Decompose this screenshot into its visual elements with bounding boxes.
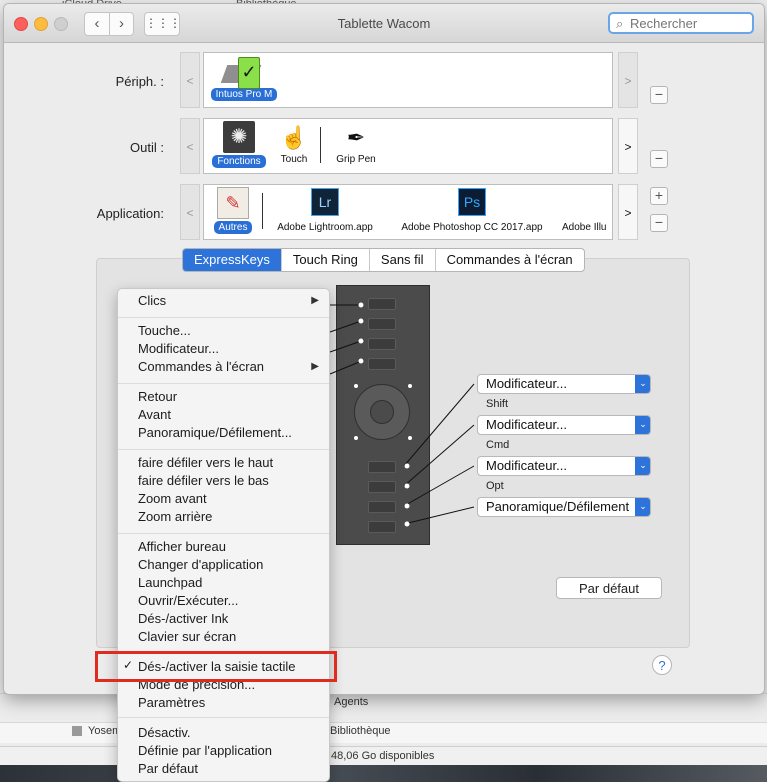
default-button[interactable]: Par défaut (556, 577, 662, 599)
modifier-label: Opt (486, 480, 504, 492)
help-button[interactable]: ? (652, 655, 672, 675)
finder-status-bar: 48,06 Go disponibles (0, 746, 767, 767)
disk-icon (72, 726, 82, 736)
menu-item-scroll-down[interactable]: faire défiler vers le bas (138, 473, 269, 488)
menu-item-default[interactable]: Par défaut (138, 761, 198, 776)
modifier-label: Cmd (486, 439, 510, 451)
select-value: Modificateur... (486, 417, 567, 432)
menu-item-zoom-out[interactable]: Zoom arrière (138, 509, 212, 524)
select-value: Panoramique/Défilement (486, 499, 630, 514)
expresskey-6-action-select[interactable]: Modificateur... ⌄ (477, 415, 651, 435)
select-value: Modificateur... (486, 376, 567, 391)
menu-item-toggle-ink[interactable]: Dés-/activer Ink (138, 611, 228, 626)
menu-separator (118, 449, 329, 450)
menu-item-keystroke[interactable]: Touche... (138, 323, 191, 338)
menu-item-switch-application[interactable]: Changer d'application (138, 557, 263, 572)
menu-item-scroll-up[interactable]: faire défiler vers le haut (138, 455, 273, 470)
menu-item-clicks[interactable]: Clics (138, 293, 166, 308)
finder-row: Agents (0, 693, 767, 714)
menu-item-onscreen-controls[interactable]: Commandes à l'écran (138, 359, 264, 374)
path-item-library[interactable]: Bibliothèque (330, 725, 391, 737)
desktop-wallpaper (0, 765, 767, 782)
expresskey-7-action-select[interactable]: Modificateur... ⌄ (477, 456, 651, 476)
menu-item-modifier[interactable]: Modificateur... (138, 341, 219, 356)
expresskey-8-action-select[interactable]: Panoramique/Défilement ⌄ (477, 497, 651, 517)
menu-separator (118, 317, 329, 318)
submenu-arrow-icon: ▶ (311, 295, 319, 306)
menu-item-settings[interactable]: Paramètres (138, 695, 205, 710)
chevron-down-icon: ⌄ (635, 375, 650, 393)
chevron-down-icon: ⌄ (635, 416, 650, 434)
menu-separator (118, 533, 329, 534)
menu-separator (118, 717, 329, 718)
menu-item-pan-scroll[interactable]: Panoramique/Défilement... (138, 425, 292, 440)
finder-path-bar: Yosemite Bibliothèque (0, 722, 767, 743)
menu-item-launchpad[interactable]: Launchpad (138, 575, 202, 590)
menu-item-application-defined[interactable]: Définie par l'application (138, 743, 272, 758)
modifier-label: Shift (486, 398, 509, 410)
menu-item-show-desktop[interactable]: Afficher bureau (138, 539, 226, 554)
menu-item-disable[interactable]: Désactiv. (138, 725, 191, 740)
menu-item-back[interactable]: Retour (138, 389, 177, 404)
chevron-down-icon: ⌄ (635, 498, 650, 516)
menu-item-open-run[interactable]: Ouvrir/Exécuter... (138, 593, 238, 608)
action-context-menu: Clics ▶ Touche... Modificateur... Comman… (117, 288, 330, 782)
menu-item-zoom-in[interactable]: Zoom avant (138, 491, 207, 506)
menu-item-onscreen-keyboard[interactable]: Clavier sur écran (138, 629, 236, 644)
menu-separator (118, 383, 329, 384)
select-value: Modificateur... (486, 458, 567, 473)
menu-item-forward[interactable]: Avant (138, 407, 171, 422)
disk-space-status: 48,06 Go disponibles (331, 750, 435, 762)
highlight-annotation-box (95, 651, 337, 682)
submenu-arrow-icon: ▶ (311, 361, 319, 372)
expresskey-5-action-select[interactable]: Modificateur... ⌄ (477, 374, 651, 394)
chevron-down-icon: ⌄ (635, 457, 650, 475)
finder-item-agents[interactable]: Agents (334, 696, 368, 708)
